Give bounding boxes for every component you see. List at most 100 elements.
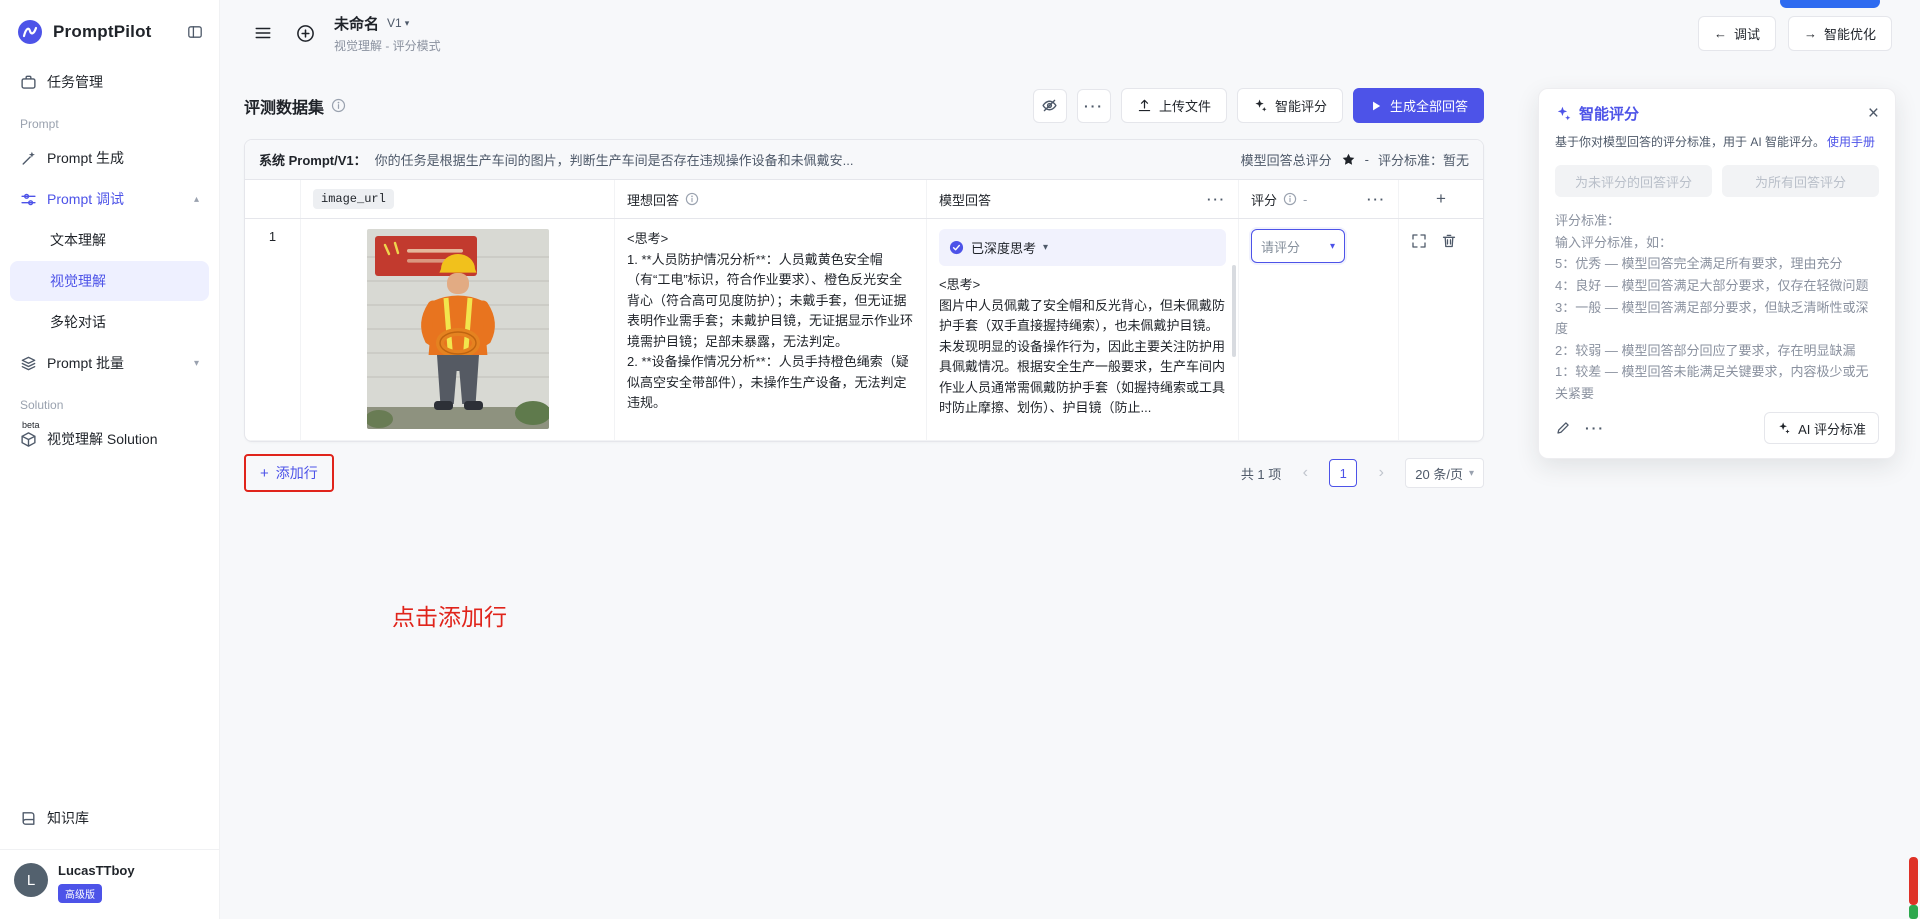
smart-score-button[interactable]: 智能评分 [1237, 88, 1343, 123]
criteria-line: 4：良好 — 模型回答满足大部分要求，仅存在轻微问题 [1555, 275, 1879, 297]
menu-icon[interactable] [248, 18, 278, 48]
header-score[interactable]: 评分-··· [1239, 180, 1399, 218]
chevron-down-icon[interactable]: ▾ [194, 358, 199, 369]
add-circle-icon[interactable] [290, 18, 320, 48]
upload-file-button[interactable]: 上传文件 [1121, 88, 1227, 123]
page-size-label: 20 条/页 [1415, 464, 1463, 483]
sidebar-item-text-understanding[interactable]: 文本理解 [10, 220, 209, 260]
table-header: image_url 理想回答 模型回答··· 评分-··· + [245, 180, 1483, 219]
panel-description: 基于你对模型回答的评分标准，用于 AI 智能评分。使用手册 [1555, 133, 1879, 152]
more-actions-button[interactable]: ··· [1077, 89, 1111, 123]
criteria-input[interactable]: 评分标准： 输入评分标准，如： 5：优秀 — 模型回答完全满足所有要求，理由充分… [1555, 210, 1879, 404]
debug-button[interactable]: ←调试 [1698, 16, 1776, 51]
hide-columns-button[interactable] [1033, 89, 1067, 123]
doc-meta: 未命名 V1▾ 视觉理解 - 评分模式 [334, 13, 441, 54]
sidebar-item-task-management[interactable]: 任务管理 [10, 62, 209, 102]
sidebar-item-label: Prompt 批量 [47, 353, 124, 373]
sidebar-item-prompt-gen[interactable]: Prompt 生成 [10, 138, 209, 178]
user-info: LucasTTboy 高级版 [58, 863, 135, 903]
manual-link[interactable]: 使用手册 [1827, 135, 1875, 149]
sidebar-bottom: 知识库 [0, 798, 219, 839]
row-index-cell: 1 [245, 219, 301, 440]
info-icon[interactable] [331, 98, 346, 113]
row-index: 1 [269, 229, 276, 244]
criteria-line: 5：优秀 — 模型回答完全满足所有要求，理由充分 [1555, 253, 1879, 275]
cell-scrollbar[interactable] [1232, 265, 1236, 357]
close-icon[interactable]: × [1868, 104, 1879, 123]
page-title-row: 评测数据集 [244, 94, 346, 118]
next-page-button[interactable]: › [1367, 459, 1395, 487]
sidebar-section-solution: Solution [10, 384, 209, 419]
chevron-up-icon[interactable]: ▴ [194, 194, 199, 205]
deep-think-label: 已深度思考 [971, 238, 1036, 257]
promptpilot-logo-icon [16, 18, 44, 46]
info-icon [1283, 192, 1297, 206]
panel-footer: ··· AI 评分标准 [1555, 412, 1879, 444]
add-row-button[interactable]: + 添加行 [248, 458, 330, 488]
recording-indicator [1909, 857, 1918, 905]
check-circle-icon [949, 240, 964, 255]
plus-icon: + [1436, 189, 1446, 209]
panel-buttons: 为未评分的回答评分 为所有回答评分 [1555, 165, 1879, 197]
debug-button-label: 调试 [1734, 24, 1760, 43]
more-icon[interactable]: ··· [1585, 421, 1605, 435]
eye-off-icon [1041, 97, 1058, 114]
chevron-down-icon: ▾ [405, 18, 410, 29]
sidebar-item-visual-solution[interactable]: beta 视觉理解 Solution [10, 419, 209, 459]
avatar: L [14, 863, 48, 897]
dataset-card: 系统 Prompt/V1： 你的任务是根据生产车间的图片，判断生产车间是否存在违… [244, 139, 1484, 442]
edit-icon[interactable] [1555, 420, 1571, 436]
plan-badge: 高级版 [58, 884, 102, 903]
header-index [245, 180, 301, 218]
ideal-answer-text: <思考> 1. **人员防护情况分析**：人员戴黄色安全帽（有“工电”标识，符合… [627, 229, 914, 414]
column-menu-icon[interactable]: ··· [1367, 193, 1386, 206]
sidebar-item-visual-understanding[interactable]: 视觉理解 [10, 261, 209, 301]
header-model-answer[interactable]: 模型回答··· [927, 180, 1239, 218]
sidebar-item-prompt-debug[interactable]: Prompt 调试 ▴ [10, 179, 209, 219]
ideal-answer-cell[interactable]: <思考> 1. **人员防护情况分析**：人员戴黄色安全帽（有“工电”标识，符合… [615, 219, 927, 440]
panel-header: 智能评分 × [1555, 103, 1879, 124]
page-size-select[interactable]: 20 条/页 ▾ [1405, 458, 1484, 488]
score-select[interactable]: 请评分 ▾ [1251, 229, 1345, 263]
info-icon [685, 192, 699, 206]
panel-title: 智能评分 [1579, 103, 1639, 124]
logo-row: PromptPilot [0, 0, 219, 62]
sidebar-item-multiturn-dialogue[interactable]: 多轮对话 [10, 302, 209, 342]
model-answer-text: <思考> 图片中人员佩戴了安全帽和反光背心，但未佩戴防护手套（双手直接握持绳索）… [939, 275, 1226, 419]
deep-think-chip[interactable]: 已深度思考 ▾ [939, 229, 1226, 266]
generate-button-label: 生成全部回答 [1390, 96, 1468, 115]
sidebar-item-label: 多轮对话 [50, 312, 106, 332]
annotation-box: + 添加行 [244, 454, 334, 492]
system-prompt-text: 你的任务是根据生产车间的图片，判断生产车间是否存在违规操作设备和未佩戴安... [375, 150, 854, 169]
expand-icon[interactable] [1411, 233, 1427, 249]
header-image-url[interactable]: image_url [301, 180, 615, 218]
prev-page-button[interactable]: ‹ [1291, 459, 1319, 487]
generate-all-button[interactable]: 生成全部回答 [1353, 88, 1484, 123]
sidebar-item-knowledge-base[interactable]: 知识库 [10, 798, 209, 838]
system-prompt-bar[interactable]: 系统 Prompt/V1： 你的任务是根据生产车间的图片，判断生产车间是否存在违… [245, 140, 1483, 180]
score-filter-value: - [1303, 192, 1307, 207]
model-answer-cell[interactable]: 已深度思考 ▾ <思考> 图片中人员佩戴了安全帽和反光背心，但未佩戴防护手套（双… [927, 219, 1239, 440]
briefcase-icon [20, 74, 37, 91]
smart-optimize-button[interactable]: →智能优化 [1788, 16, 1892, 51]
column-menu-icon[interactable]: ··· [1207, 193, 1226, 206]
optimize-button-label: 智能优化 [1824, 24, 1876, 43]
layers-icon [20, 355, 37, 372]
page-number[interactable]: 1 [1329, 459, 1357, 487]
image-cell[interactable] [301, 219, 615, 440]
sparkle-icon [1253, 98, 1268, 113]
score-all-button[interactable]: 为所有回答评分 [1722, 165, 1879, 197]
header-ideal-answer[interactable]: 理想回答 [615, 180, 927, 218]
trash-icon[interactable] [1441, 233, 1457, 249]
row-actions [1411, 229, 1471, 249]
criteria-line: 3：一般 — 模型回答满足部分要求，但缺乏清晰性或深度 [1555, 297, 1879, 340]
score-unscored-button[interactable]: 为未评分的回答评分 [1555, 165, 1712, 197]
sidebar-collapse-icon[interactable] [187, 24, 203, 40]
sidebar-item-prompt-batch[interactable]: Prompt 批量 ▾ [10, 343, 209, 383]
beta-badge: beta [22, 420, 40, 430]
sidebar-section-prompt: Prompt [10, 103, 209, 138]
user-profile[interactable]: L LucasTTboy 高级版 [0, 849, 219, 919]
ai-criteria-button[interactable]: AI 评分标准 [1764, 412, 1879, 444]
version-selector[interactable]: V1▾ [387, 16, 409, 30]
header-add-column[interactable]: + [1399, 180, 1483, 218]
